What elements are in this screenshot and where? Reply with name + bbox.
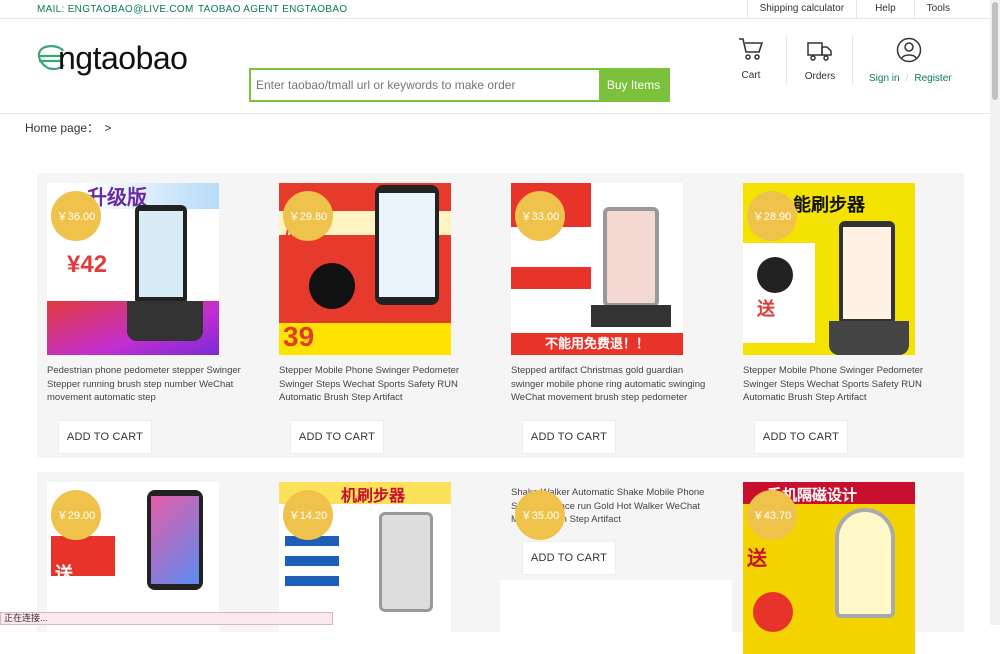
price-badge: ￥14.20 [283,490,333,540]
cart-link[interactable]: Cart [731,37,771,81]
search-input[interactable] [251,70,599,100]
breadcrumb-home[interactable]: Home page： [25,121,99,135]
status-bar: 正在连接... [0,612,333,625]
auth-separator: / [905,73,909,84]
promo-text: 不能用免费退！！ [511,333,683,355]
buy-items-button[interactable]: Buy Items [599,70,668,100]
promo-gift: 送 [747,548,767,570]
promo-text: 机刷步器 [341,488,406,505]
help-link[interactable]: Help [856,0,914,19]
truck-icon [807,42,832,61]
add-to-cart-button[interactable]: ADD TO CART [522,541,616,575]
header-divider [786,35,787,85]
agent-label: TAOBAO AGENT ENGTAOBAO [198,4,348,15]
product-title[interactable]: Stepped artifact Christmas gold guardian… [511,364,716,405]
price-badge: ￥43.70 [747,490,797,540]
product-title[interactable]: Pedestrian phone pedometer stepper Swing… [47,364,252,405]
tools-link[interactable]: Tools [913,0,990,19]
sign-in-link[interactable]: Sign in [869,73,900,84]
auth-links: Sign in / Register [869,73,952,84]
promo-price: 39 [283,321,315,352]
product-row: 升级版 ¥42 ￥36.00 Pedestrian phone pedomete… [37,173,964,458]
price-badge: ￥29.00 [51,490,101,540]
price-badge: ￥35.00 [515,490,565,540]
add-to-cart-button[interactable]: ADD TO CART [290,420,384,454]
promo-price: ¥42 [67,251,108,278]
product-title[interactable]: Stepper Mobile Phone Swinger Pedometer S… [279,364,484,405]
logo-text: ngtaobao [58,40,188,76]
register-link[interactable]: Register [914,73,951,84]
header-divider-line [0,113,990,114]
price-badge: ￥29.80 [283,191,333,241]
add-to-cart-button[interactable]: ADD TO CART [58,420,152,454]
site-logo[interactable]: ngtaobao [36,38,206,78]
top-bar: MAIL: ENGTAOBAO@LIVE.COM TAOBAO AGENT EN… [0,0,990,19]
cart-label: Cart [741,70,761,81]
price-badge: ￥28.90 [747,191,797,241]
orders-link[interactable]: Orders [800,40,840,82]
header-divider [852,35,853,85]
product-title[interactable]: Stepper Mobile Phone Swinger Pedometer S… [743,364,948,405]
promo-text: 送 [55,564,73,584]
page-scrollbar[interactable] [990,0,1000,625]
price-badge: ￥33.00 [515,191,565,241]
promo-gift: 送 [757,299,775,319]
shipping-calculator-link[interactable]: Shipping calculator [746,0,857,19]
search-bar: Buy Items [249,68,670,102]
contact-mail: MAIL: ENGTAOBAO@LIVE.COM [37,4,194,15]
cart-icon [739,38,764,60]
product-row: 送 ￥29.00 机刷步器 ￥14.20 ￥35.00 Shake Walker… [37,472,964,654]
promo-text: 能刷步器 [793,195,865,215]
add-to-cart-button[interactable]: ADD TO CART [522,420,616,454]
price-badge: ￥36.00 [51,191,101,241]
orders-label: Orders [804,71,836,82]
add-to-cart-button[interactable]: ADD TO CART [754,420,848,454]
user-icon[interactable] [896,37,922,63]
top-links: Shipping calculator Help Tools [746,0,990,19]
breadcrumb-arrow: > [104,121,112,135]
scrollbar-thumb[interactable] [992,2,998,100]
card-blank-area [500,580,732,640]
breadcrumb: Home page： > [25,119,111,136]
